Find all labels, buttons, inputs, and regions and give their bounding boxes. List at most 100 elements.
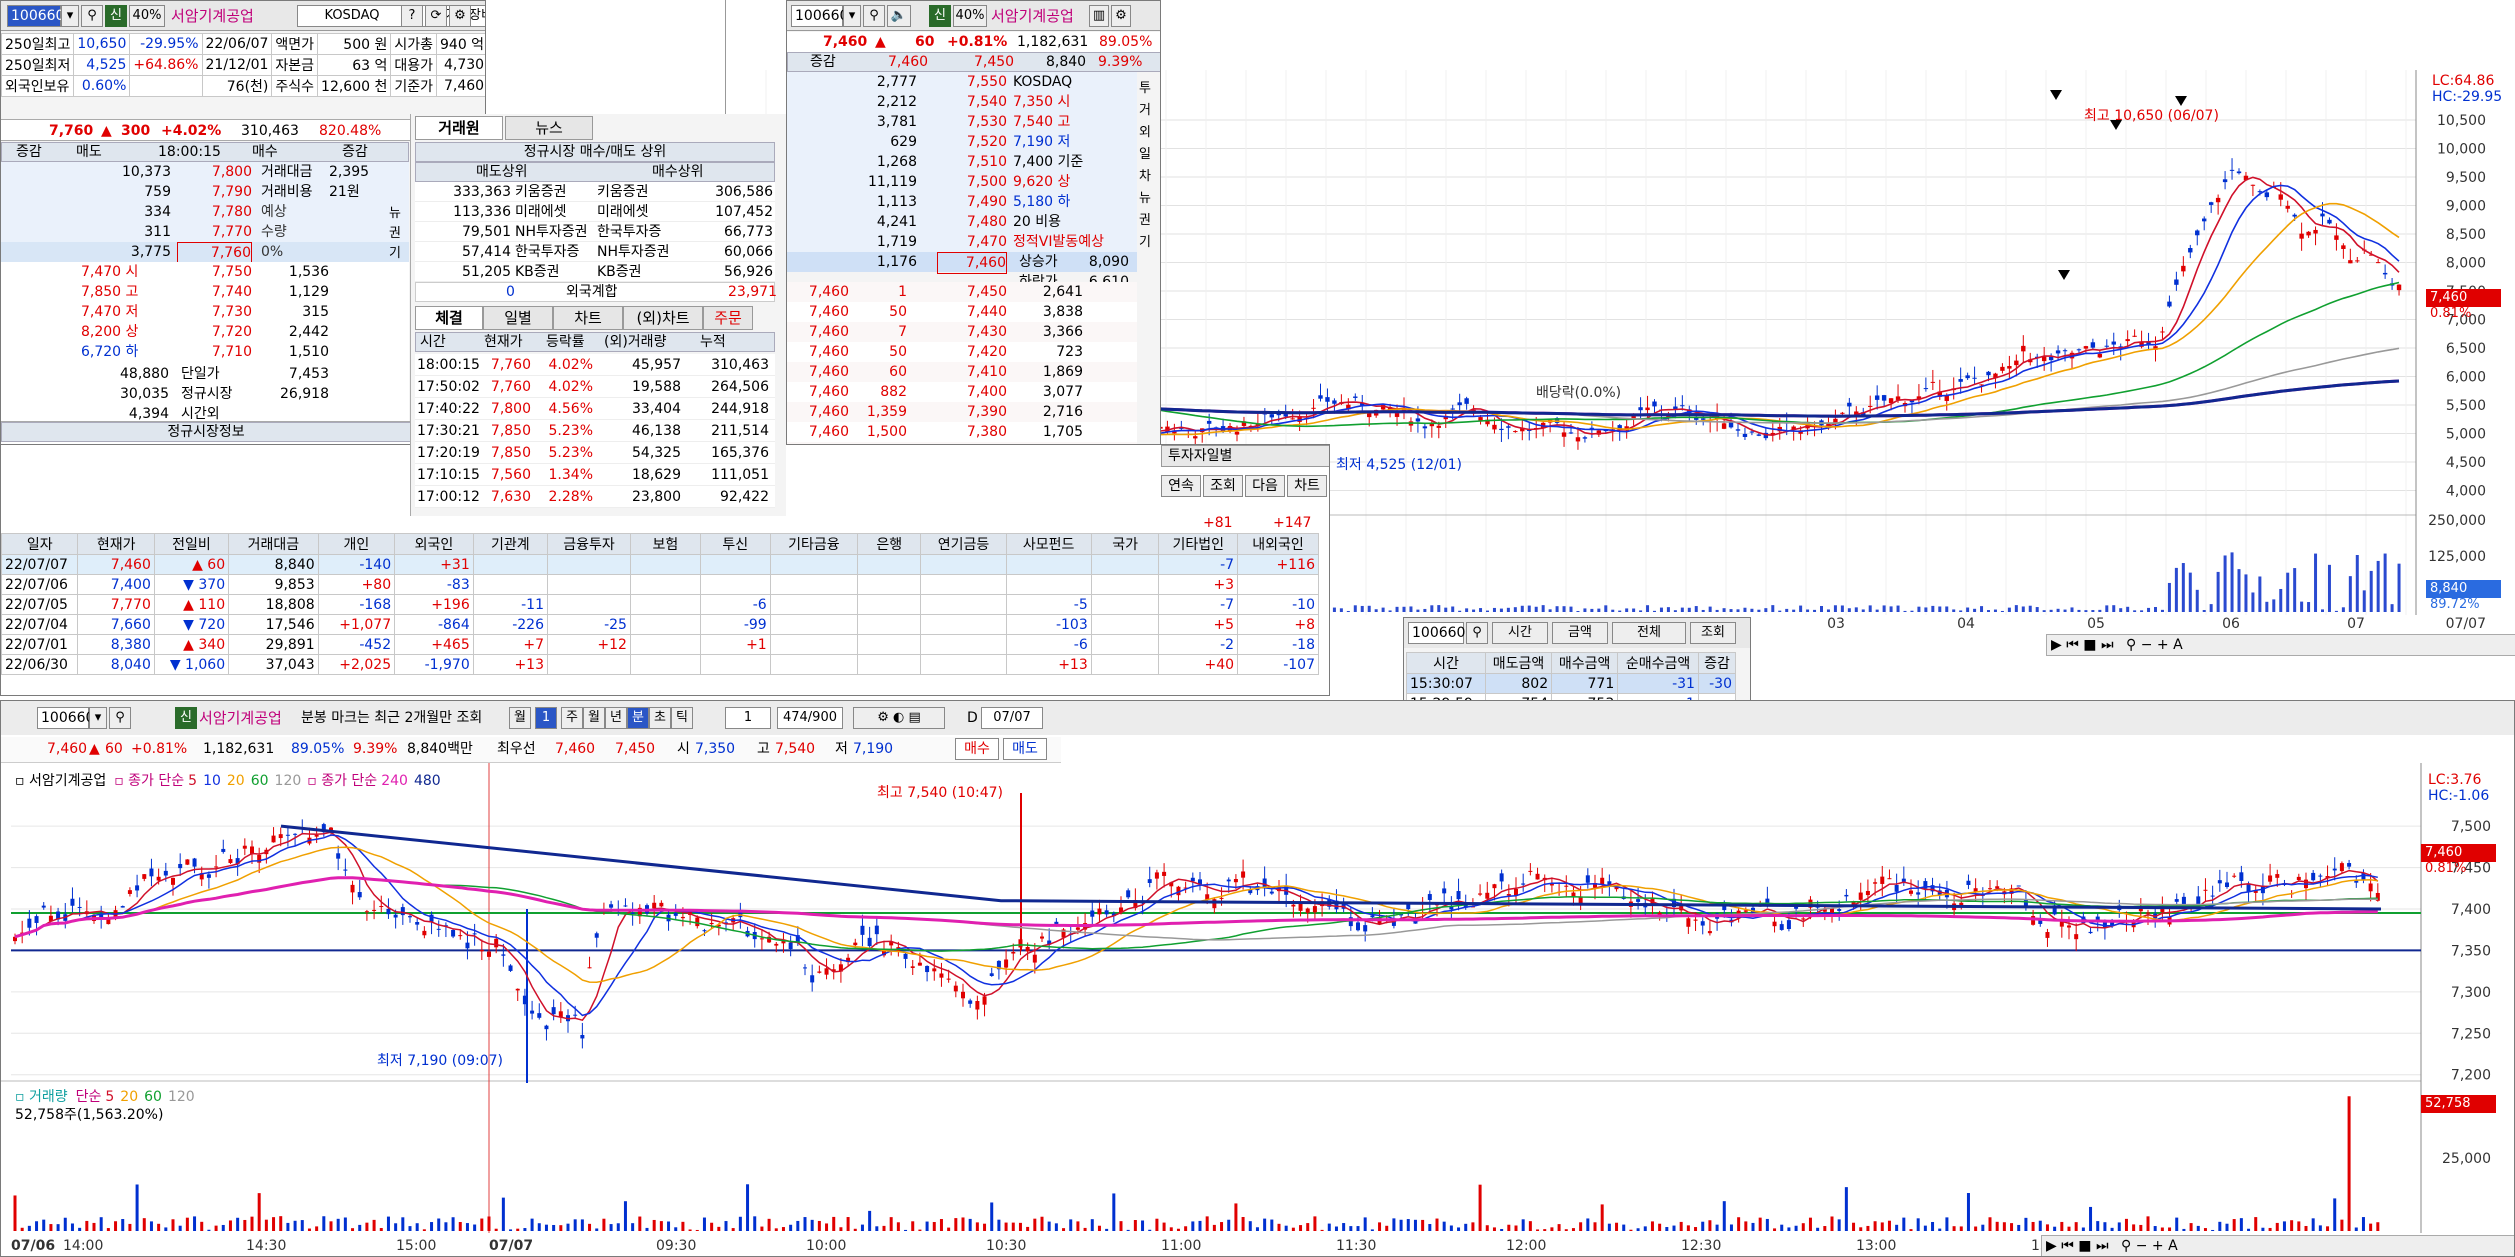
ob-head-cell: 매수	[252, 144, 278, 160]
trade-tab[interactable]: 차트	[553, 306, 623, 330]
w2-bid-row[interactable]: 7,460 60 7,410 1,869	[787, 362, 1137, 382]
program-code-input[interactable]: 100660	[1408, 622, 1465, 644]
stock-code-input[interactable]: 100660	[7, 5, 64, 27]
period-btn-7[interactable]: 틱	[671, 707, 693, 729]
w2-ask-row[interactable]: 4,241 7,480 20 비용	[787, 212, 1137, 232]
help-button[interactable]: ?	[401, 5, 423, 27]
w2-side-tab[interactable]: 차	[1139, 167, 1151, 187]
w2-side-tab[interactable]: 뉴	[1139, 189, 1151, 209]
investor-row[interactable]: 22/06/30 8,040 ▼ 1,060 37,043 +2,025 -1,970 +1…	[1, 654, 1319, 675]
ask-row[interactable]: 334 7,780 예상	[1, 202, 409, 222]
bid-row[interactable]: 7,470 저 7,730 315	[1, 302, 409, 322]
period-btn-1[interactable]: 1	[535, 707, 557, 729]
intraday-dropdown-icon[interactable]: ▾	[89, 707, 107, 729]
intraday-scroll-icon[interactable]: ▶ ⏮ ■ ⏭	[2046, 1238, 2109, 1254]
investor-row[interactable]: 22/07/07 7,460 ▲ 60 8,840 -140 +31 -7 +116	[1, 554, 1319, 575]
ask-row[interactable]: 759 7,790 거래비용 21원	[1, 182, 409, 202]
ask-row[interactable]: 311 7,770 수량	[1, 222, 409, 242]
program-sel2[interactable]: 금액	[1552, 622, 1608, 644]
period-btn-4[interactable]: 년	[605, 707, 627, 729]
buy-button[interactable]: 매수	[955, 738, 999, 760]
chart-tool-icons[interactable]: ⚙ ◐ ▤	[853, 707, 945, 729]
investor-btn[interactable]: 조회	[1203, 475, 1243, 497]
trade-head-cell: 현재가	[484, 334, 523, 350]
count-input[interactable]: 1	[725, 707, 771, 729]
date-input[interactable]: 07/07	[981, 707, 1043, 729]
intraday-code-input[interactable]: 100660	[37, 707, 94, 729]
bid-row[interactable]: 8,200 상 7,720 2,442	[1, 322, 409, 342]
ask-row[interactable]: 3,775 7,760 0%	[1, 242, 409, 264]
sell-button[interactable]: 매도	[1003, 738, 1047, 760]
bid-row[interactable]: 7,850 고 7,740 1,129	[1, 282, 409, 302]
investor-row[interactable]: 22/07/01 8,380 ▲ 340 29,891 -452 +465 +7 +12 +1-…	[1, 634, 1319, 655]
w2-side-tab[interactable]: 일	[1139, 145, 1151, 165]
investor-tab[interactable]: 투자자일별	[1161, 445, 1329, 467]
investor-row[interactable]: 22/07/06 7,400 ▼ 370 9,853 +80 -83 +3	[1, 574, 1319, 595]
side-tab[interactable]: 기	[389, 244, 401, 264]
investor-btn[interactable]: 차트	[1287, 475, 1327, 497]
w2-search-icon[interactable]: ⚲	[863, 5, 885, 27]
investor-btn[interactable]: 다음	[1245, 475, 1285, 497]
w2-ask-row[interactable]: 1,113 7,490 5,180 하	[787, 192, 1137, 212]
w2-gear-icon[interactable]: ⚙	[1111, 5, 1131, 27]
side-tab[interactable]: 권	[389, 224, 401, 244]
program-search-icon[interactable]: ⚲	[1466, 622, 1488, 644]
gear-icon[interactable]: ⚙	[449, 5, 471, 27]
w2-ask-row[interactable]: 629 7,520 7,190 저	[787, 132, 1137, 152]
period-btn-6[interactable]: 초	[649, 707, 671, 729]
w2-ask-row[interactable]: 2,212 7,540 7,350 시	[787, 92, 1137, 112]
w2-bid-row[interactable]: 7,460 1,500 7,380 1,705	[787, 422, 1137, 442]
program-row[interactable]: 15:30:07 802 771 -31 -30	[1406, 673, 1737, 694]
w2-code-dropdown-icon[interactable]: ▾	[843, 5, 861, 27]
side-tab[interactable]: 뉴	[389, 204, 401, 224]
period-btn-0[interactable]: 월	[509, 707, 531, 729]
w2-bid-row[interactable]: 7,460 1,359 7,390 2,716	[787, 402, 1137, 422]
w2-side-tab[interactable]: 외	[1139, 123, 1151, 143]
period-btn-3[interactable]: 월	[583, 707, 605, 729]
intraday-candle	[2203, 889, 2208, 891]
trade-tab[interactable]: 일별	[483, 306, 553, 330]
tab-news[interactable]: 뉴스	[505, 116, 593, 140]
program-sel3[interactable]: 전체	[1612, 622, 1686, 644]
intraday-volume-bar	[1629, 1229, 1633, 1231]
intraday-volume-bar	[1938, 1228, 1942, 1231]
w2-speaker-icon[interactable]: 🔈	[887, 5, 911, 27]
intraday-zoom-icon[interactable]: ⚲ − + A	[2121, 1238, 2178, 1254]
w2-bid-row[interactable]: 7,460 7 7,430 3,366	[787, 322, 1137, 342]
refresh-icon[interactable]: ⟳	[425, 5, 447, 27]
scroll-prev-icon[interactable]: ▶ ⏮ ■ ⏭	[2051, 637, 2114, 653]
ask-row[interactable]: 10,373 7,800 거래대금 2,395	[1, 162, 409, 182]
w2-layout-icon[interactable]: ▥	[1089, 5, 1109, 27]
trade-tab[interactable]: 주문	[703, 306, 753, 330]
zoom-icon[interactable]: ⚲ − + A	[2126, 637, 2183, 653]
trade-tab[interactable]: (외)차트	[623, 306, 703, 330]
search-icon[interactable]: ⚲	[81, 5, 103, 27]
program-query-button[interactable]: 조회	[1690, 622, 1736, 644]
w2-ask-row[interactable]: 1,719 7,470 정적VI발동예상	[787, 232, 1137, 252]
w2-stock-code-input[interactable]: 100660	[791, 5, 848, 27]
w2-side-tab[interactable]: 기	[1139, 233, 1151, 253]
w2-ask-row[interactable]: 2,777 7,550 KOSDAQ	[787, 72, 1137, 92]
w2-side-tab[interactable]: 투	[1139, 79, 1151, 99]
w2-ask-row[interactable]: 11,119 7,500 9,620 상	[787, 172, 1137, 192]
w2-bid-row[interactable]: 7,460 1 7,450 2,641	[787, 282, 1137, 302]
period-btn-2[interactable]: 주	[561, 707, 583, 729]
period-btn-5[interactable]: 분	[627, 707, 649, 729]
w2-ask-row[interactable]: 3,781 7,530 7,540 고	[787, 112, 1137, 132]
intraday-search-icon[interactable]: ⚲	[109, 707, 131, 729]
bid-row[interactable]: 7,470 시 7,750 1,536	[1, 262, 409, 282]
tab-broker[interactable]: 거래원	[415, 116, 503, 140]
w2-side-tab[interactable]: 권	[1139, 211, 1151, 231]
code-dropdown-icon[interactable]: ▾	[61, 5, 79, 27]
investor-row[interactable]: 22/07/05 7,770 ▲ 110 18,808 -168 +196 -11 -6 -5-…	[1, 594, 1319, 615]
bid-row[interactable]: 6,720 하 7,710 1,510	[1, 342, 409, 362]
w2-ask-row[interactable]: 1,268 7,510 7,400 기준	[787, 152, 1137, 172]
w2-bid-row[interactable]: 7,460 50 7,420 723	[787, 342, 1137, 362]
investor-row[interactable]: 22/07/04 7,660 ▼ 720 17,546 +1,077 -864 -226 -2…	[1, 614, 1319, 635]
trade-tab[interactable]: 체결	[415, 306, 483, 330]
investor-btn[interactable]: 연속	[1161, 475, 1201, 497]
w2-bid-row[interactable]: 7,460 50 7,440 3,838	[787, 302, 1137, 322]
program-sel1[interactable]: 시간	[1492, 622, 1548, 644]
w2-side-tab[interactable]: 거	[1139, 101, 1151, 121]
w2-bid-row[interactable]: 7,460 882 7,400 3,077	[787, 382, 1137, 402]
